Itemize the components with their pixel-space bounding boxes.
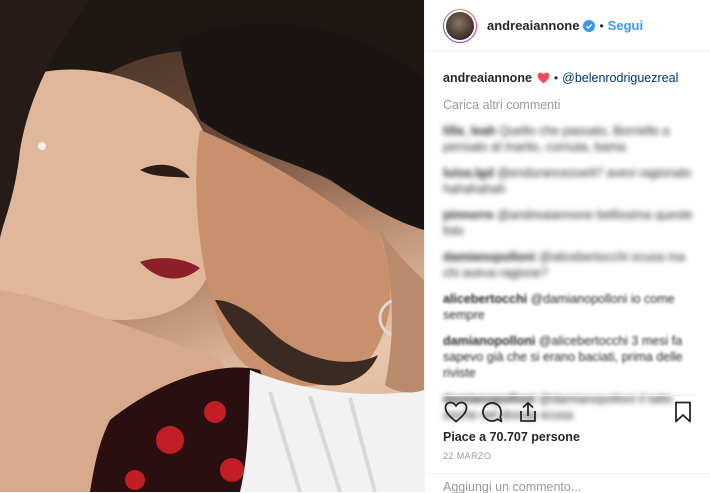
action-bar — [443, 395, 696, 424]
post-caption: andreaiannone • @belenrodriguezreal — [443, 70, 696, 86]
comment-icon[interactable] — [479, 399, 505, 425]
avatar[interactable] — [443, 8, 477, 43]
comment-item: lilla_leah Quello che passato, Borriello… — [443, 123, 696, 155]
add-comment-input[interactable]: Aggiungi un commento... — [425, 473, 710, 493]
post-header: andreaiannone • Segui — [425, 0, 710, 52]
verified-badge-icon — [583, 19, 596, 32]
comment-item: luisa.lgd @endurancezoe97 avevi ragionat… — [443, 165, 696, 197]
caption-username[interactable]: andreaiannone — [443, 70, 532, 86]
post-sidebar: andreaiannone • Segui andreaiannone • @b… — [424, 0, 710, 493]
post-photo[interactable] — [0, 0, 424, 492]
comment-item: damianopolloni @alicebertocchi scusa ma … — [443, 249, 696, 281]
caption-separator: • — [553, 71, 559, 85]
like-icon[interactable] — [443, 399, 469, 425]
comment-item: damianopolloni @alicebertocchi 3 mesi fa… — [443, 333, 696, 381]
post-date: 22 MARZO — [443, 451, 492, 461]
post-photo-illustration — [0, 0, 424, 492]
action-row — [443, 398, 696, 426]
comment-username[interactable]: alicebertocchi — [443, 292, 527, 306]
comment-username[interactable]: lilla_leah — [443, 124, 496, 138]
load-more-comments[interactable]: Carica altri commenti — [443, 97, 696, 113]
separator-dot: • — [599, 18, 604, 33]
share-icon[interactable] — [515, 399, 541, 425]
comment-username[interactable]: damianopolloni — [443, 250, 535, 264]
red-heart-icon — [537, 72, 550, 84]
save-icon[interactable] — [670, 399, 696, 425]
follow-button[interactable]: Segui — [608, 18, 643, 33]
comment-username[interactable]: luisa.lgd — [443, 166, 494, 180]
avatar-image — [444, 9, 476, 42]
caption-mention[interactable]: @belenrodriguezreal — [562, 70, 678, 86]
comment-username[interactable]: pinnorre — [443, 208, 494, 222]
comment-item: pinnorre @andreaiannone bellissima quest… — [443, 207, 696, 239]
post-username[interactable]: andreaiannone — [487, 18, 579, 33]
comments-section: andreaiannone • @belenrodriguezreal Cari… — [425, 52, 710, 423]
comment-item: alicebertocchi @damianopolloni io come s… — [443, 291, 696, 323]
likes-count[interactable]: Piace a 70.707 persone — [443, 430, 580, 444]
comment-username[interactable]: damianopolloni — [443, 334, 535, 348]
